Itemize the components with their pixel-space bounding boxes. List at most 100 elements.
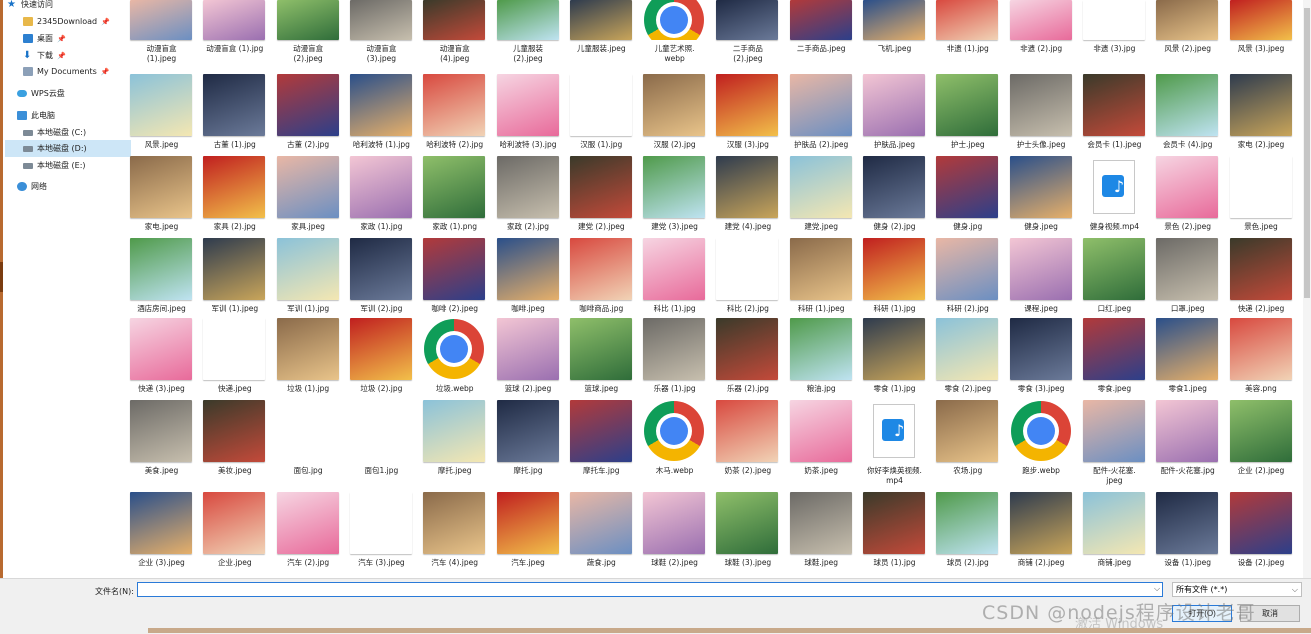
file-item[interactable]: 科比 (2).jpg	[711, 238, 784, 318]
file-item[interactable]: 古董 (2).jpg	[272, 74, 345, 154]
nav-item-1[interactable]: 2345Download 📌	[5, 13, 131, 30]
file-item[interactable]: 摩托.jpg	[492, 400, 565, 480]
file-item[interactable]: 篮球 (2).jpeg	[492, 318, 565, 398]
file-item[interactable]: 非遗 (3).jpg	[1078, 0, 1151, 70]
file-item[interactable]: 企业.jpeg	[198, 492, 271, 572]
file-item[interactable]: 护士.jpeg	[931, 74, 1004, 154]
file-item[interactable]: 动漫盲盒 (3).jpeg	[345, 0, 418, 70]
file-item[interactable]: 哈利波特 (1).jpg	[345, 74, 418, 154]
file-item[interactable]: 配件-火花塞.jpg	[1151, 400, 1224, 480]
file-type-select[interactable]: 所有文件 (*.*) ⌵	[1172, 582, 1302, 597]
file-item[interactable]: 建党 (4).jpeg	[711, 156, 784, 236]
file-item[interactable]: 配件-火花塞. jpeg	[1078, 400, 1151, 485]
file-item[interactable]: 汉服 (2).jpg	[638, 74, 711, 154]
file-item[interactable]: 飞机.jpeg	[858, 0, 931, 70]
file-item[interactable]: 建党 (3).jpeg	[638, 156, 711, 236]
file-item[interactable]: 零食 (3).jpeg	[1005, 318, 1078, 398]
scrollbar-thumb[interactable]	[1304, 8, 1310, 298]
file-item[interactable]: 非遗 (2).jpg	[1005, 0, 1078, 70]
file-item[interactable]: 垃圾 (1).jpg	[272, 318, 345, 398]
file-item[interactable]: 口罩.jpeg	[1151, 238, 1224, 318]
nav-item-10[interactable]: 网络	[5, 178, 125, 195]
file-item[interactable]: 哈利波特 (2).jpg	[418, 74, 491, 154]
file-item[interactable]: 设备 (2).jpeg	[1225, 492, 1298, 572]
file-item[interactable]: 摩托车.jpg	[565, 400, 638, 480]
file-item[interactable]: 企业 (3).jpeg	[125, 492, 198, 572]
file-item[interactable]: 快递 (2).jpeg	[1225, 238, 1298, 318]
file-item[interactable]: 健身 (2).jpg	[858, 156, 931, 236]
file-item[interactable]: 美食.jpeg	[125, 400, 198, 480]
file-item[interactable]: 球鞋 (2).jpeg	[638, 492, 711, 572]
file-item[interactable]: 风景 (2).jpeg	[1151, 0, 1224, 70]
file-item[interactable]: 健身.jpg	[931, 156, 1004, 236]
file-item[interactable]: 健身.jpeg	[1005, 156, 1078, 236]
file-item[interactable]: 蔬食.jpg	[565, 492, 638, 572]
file-item[interactable]: 二手商品.jpeg	[785, 0, 858, 70]
file-item[interactable]: 家具 (2).jpg	[198, 156, 271, 236]
filename-input[interactable]	[137, 582, 1163, 597]
file-item[interactable]: 垃圾.webp	[418, 318, 491, 398]
file-item[interactable]: 口红.jpeg	[1078, 238, 1151, 318]
file-item[interactable]: 零食 (1).jpg	[858, 318, 931, 398]
file-item[interactable]: 军训 (1).jpeg	[198, 238, 271, 318]
file-item[interactable]: 科研 (1).jpg	[858, 238, 931, 318]
file-item[interactable]: 你好李焕英视频.mp4	[858, 400, 931, 485]
nav-item-9[interactable]: 本地磁盘 (E:)	[5, 157, 131, 174]
file-item[interactable]: 粮油.jpg	[785, 318, 858, 398]
file-item[interactable]: 摩托.jpeg	[418, 400, 491, 480]
file-item[interactable]: 酒店房间.jpeg	[125, 238, 198, 318]
file-item[interactable]: 军训 (1).jpg	[272, 238, 345, 318]
file-item[interactable]: 篮球.jpeg	[565, 318, 638, 398]
file-item[interactable]: 儿童艺术照. webp	[638, 0, 711, 70]
file-item[interactable]: 乐器 (1).jpg	[638, 318, 711, 398]
file-item[interactable]: 科比 (1).jpg	[638, 238, 711, 318]
nav-item-8[interactable]: 本地磁盘 (D:)	[5, 140, 131, 157]
file-item[interactable]: 木马.webp	[638, 400, 711, 480]
file-item[interactable]: 农场.jpg	[931, 400, 1004, 480]
nav-item-6[interactable]: 此电脑	[5, 107, 125, 124]
nav-item-2[interactable]: 桌面 📌	[5, 30, 131, 47]
file-item[interactable]: 面包1.jpg	[345, 400, 418, 480]
file-item[interactable]: 家电.jpeg	[125, 156, 198, 236]
filename-dropdown-icon[interactable]: ⌵	[1154, 584, 1160, 594]
file-item[interactable]: 建党 (2).jpeg	[565, 156, 638, 236]
file-item[interactable]: 汽车.jpeg	[492, 492, 565, 572]
file-item[interactable]: 风景.jpeg	[125, 74, 198, 154]
file-item[interactable]: 景色.jpeg	[1225, 156, 1298, 236]
file-item[interactable]: 护肤品.jpeg	[858, 74, 931, 154]
file-item[interactable]: 球员 (2).jpg	[931, 492, 1004, 572]
file-item[interactable]: 乐器 (2).jpg	[711, 318, 784, 398]
nav-item-4[interactable]: My Documents 📌	[5, 63, 131, 80]
file-item[interactable]: 儿童服装 (2).jpeg	[492, 0, 565, 70]
file-item[interactable]: 咖啡商品.jpg	[565, 238, 638, 318]
file-item[interactable]: 护士头像.jpeg	[1005, 74, 1078, 154]
file-item[interactable]: 家电 (2).jpeg	[1225, 74, 1298, 154]
file-item[interactable]: 健身视频.mp4	[1078, 156, 1151, 236]
file-item[interactable]: 企业 (2).jpeg	[1225, 400, 1298, 480]
file-item[interactable]: 美容.png	[1225, 318, 1298, 398]
file-item[interactable]: 球鞋.jpeg	[785, 492, 858, 572]
file-item[interactable]: 零食1.jpeg	[1151, 318, 1224, 398]
file-item[interactable]: 家政 (1).png	[418, 156, 491, 236]
file-item[interactable]: 家政 (2).jpg	[492, 156, 565, 236]
file-item[interactable]: 设备 (1).jpeg	[1151, 492, 1224, 572]
file-item[interactable]: 哈利波特 (3).jpg	[492, 74, 565, 154]
file-item[interactable]: 景色 (2).jpeg	[1151, 156, 1224, 236]
file-item[interactable]: 会员卡 (4).jpg	[1151, 74, 1224, 154]
file-item[interactable]: 美妆.jpeg	[198, 400, 271, 480]
nav-item-7[interactable]: 本地磁盘 (C:)	[5, 124, 131, 141]
vertical-scrollbar[interactable]	[1303, 0, 1311, 580]
file-item[interactable]: 护肤品 (2).jpeg	[785, 74, 858, 154]
file-item[interactable]: 跑步.webp	[1005, 400, 1078, 480]
file-item[interactable]: 二手商品 (2).jpeg	[711, 0, 784, 70]
file-item[interactable]: 零食.jpeg	[1078, 318, 1151, 398]
file-item[interactable]: 军训 (2).jpg	[345, 238, 418, 318]
file-item[interactable]: 建党.jpeg	[785, 156, 858, 236]
file-item[interactable]: 汉服 (3).jpg	[711, 74, 784, 154]
file-item[interactable]: 咖啡.jpeg	[492, 238, 565, 318]
file-item[interactable]: 汽车 (2).jpg	[272, 492, 345, 572]
file-item[interactable]: 动漫盲盒 (4).jpeg	[418, 0, 491, 70]
file-item[interactable]: 咖啡 (2).jpeg	[418, 238, 491, 318]
file-item[interactable]: 科研 (2).jpg	[931, 238, 1004, 318]
nav-item-3[interactable]: ⬇ 下载 📌	[5, 47, 131, 64]
